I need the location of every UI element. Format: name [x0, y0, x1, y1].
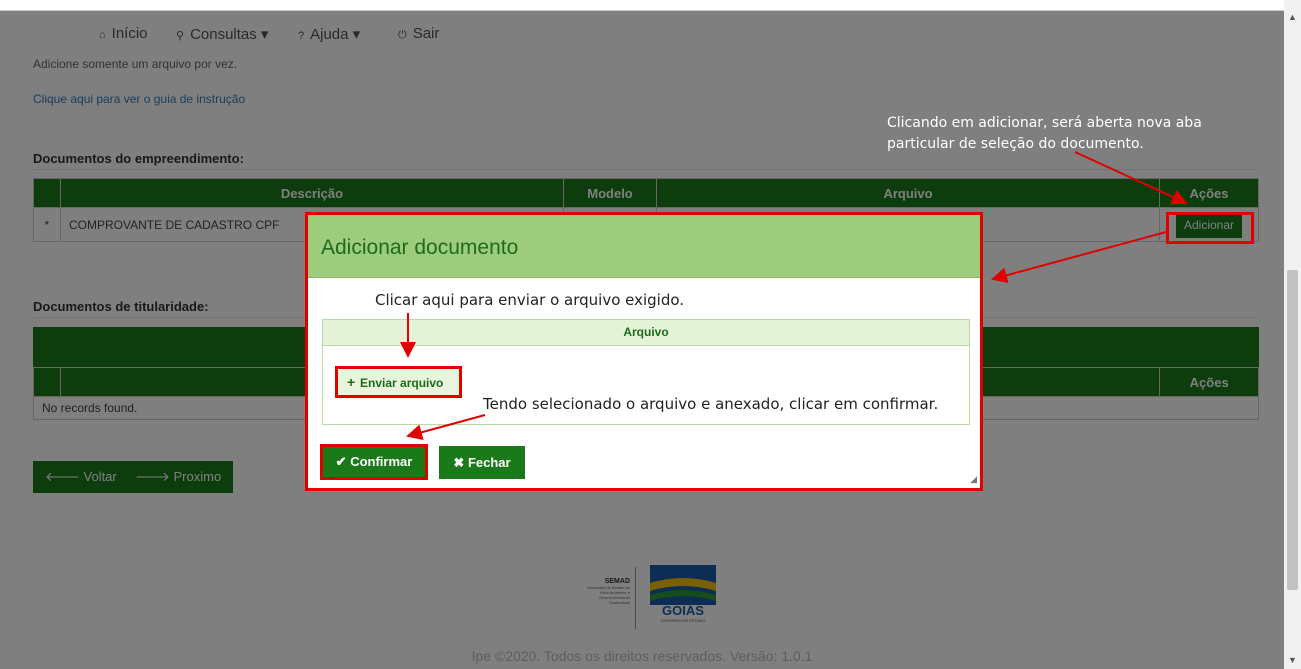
annotation-arrows — [400, 151, 1188, 441]
arrow-to-modal — [991, 231, 1167, 284]
arrow-to-confirm — [406, 414, 486, 441]
scroll-down-icon[interactable]: ▼ — [1288, 655, 1297, 665]
scroll-up-icon[interactable]: ▲ — [1288, 12, 1297, 22]
page-scrollbar[interactable]: ▲ ▼ — [1284, 0, 1301, 669]
arrow-to-add — [1074, 151, 1188, 205]
scroll-thumb[interactable] — [1287, 270, 1298, 590]
